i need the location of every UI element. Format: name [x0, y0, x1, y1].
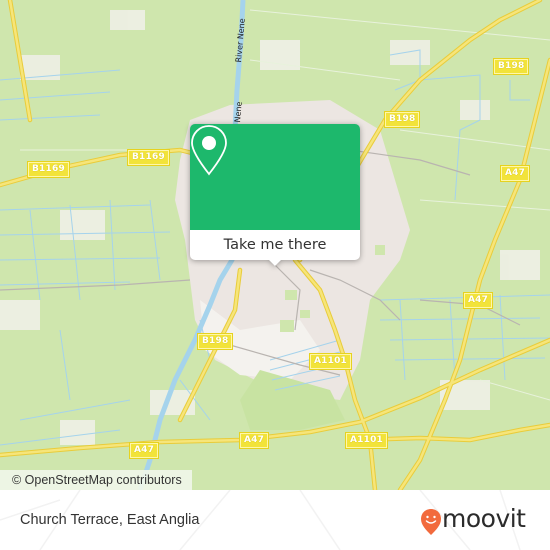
popup-pointer: [267, 258, 283, 266]
road-label-a1101: A1101: [308, 353, 353, 370]
take-me-there-label: Take me there: [223, 237, 327, 253]
location-popup: Take me there: [190, 124, 360, 266]
road-label-a47: A47: [128, 442, 160, 459]
road-label-a47: A47: [499, 165, 531, 182]
road-label-b198: B198: [383, 111, 421, 128]
river-label-partial: Nene: [233, 101, 244, 123]
moovit-pin-icon: [421, 509, 441, 535]
road-label-b198: B198: [196, 333, 234, 350]
road-label-b1169: B1169: [27, 161, 70, 178]
road-label-b1169: B1169: [127, 149, 170, 166]
map-canvas[interactable]: River Nene Nene B198 B198 B1169 B1169 A4…: [0, 0, 550, 490]
map-widget: River Nene Nene B198 B198 B1169 B1169 A4…: [0, 0, 550, 550]
place-name: Church Terrace, East Anglia: [20, 512, 200, 528]
popup-header[interactable]: [190, 124, 360, 230]
footer: Church Terrace, East Anglia moovit: [0, 490, 550, 550]
moovit-logo[interactable]: moovit: [420, 502, 540, 538]
map-pin-icon: [191, 125, 227, 176]
road-label-a47: A47: [238, 432, 270, 449]
take-me-there-button[interactable]: Take me there: [190, 230, 360, 260]
map-attribution[interactable]: © OpenStreetMap contributors: [0, 470, 192, 490]
road-label-a47: A47: [462, 292, 494, 309]
road-label-a1101: A1101: [344, 432, 389, 449]
road-label-b198: B198: [492, 58, 530, 75]
moovit-wordmark: moovit: [442, 504, 526, 533]
